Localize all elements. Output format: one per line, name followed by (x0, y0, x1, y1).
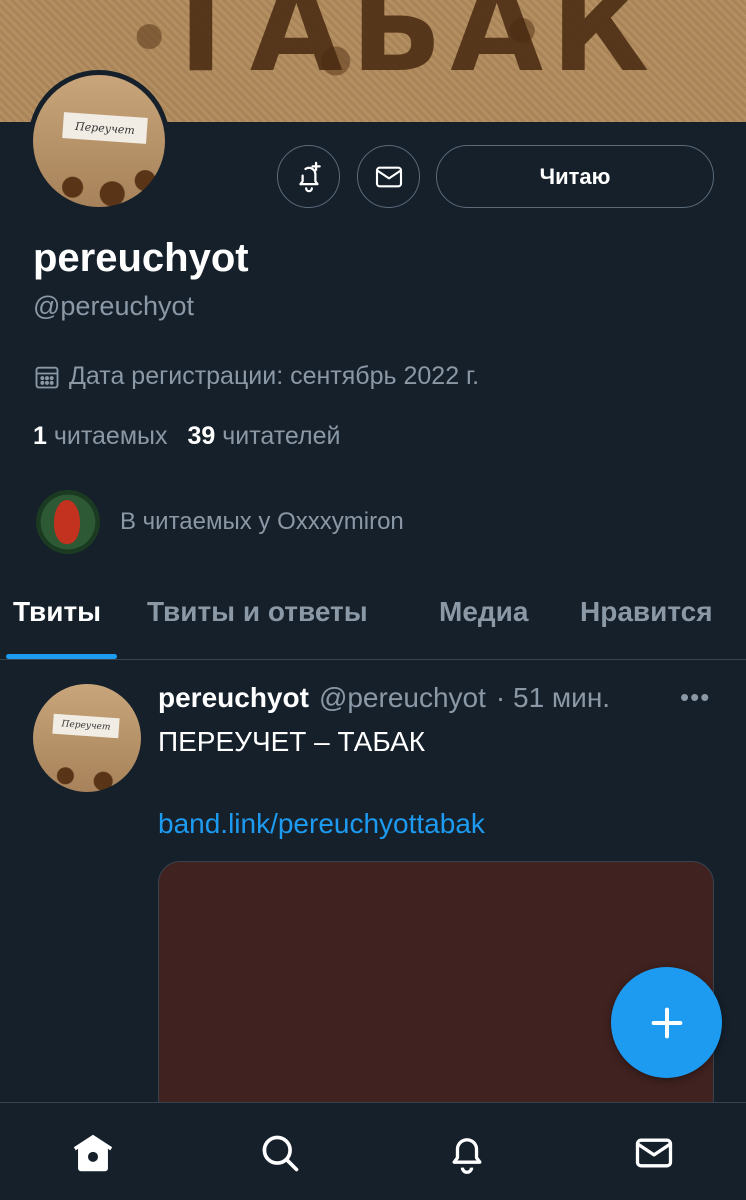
followed-by[interactable]: В читаемых у Oxxxymiron (36, 490, 404, 554)
tweet-avatar-label: Переучет (52, 713, 120, 739)
nav-search[interactable] (256, 1129, 304, 1177)
tweet-time: · 51 мин. (495, 682, 611, 713)
tweet-link[interactable]: band.link/pereuchyottabak (158, 808, 485, 840)
join-date-text: Дата регистрации: сентябрь 2022 г. (69, 362, 480, 390)
more-options-icon[interactable]: ••• (680, 682, 710, 713)
following-label: читаемых (53, 422, 168, 450)
notify-button[interactable] (277, 145, 340, 208)
followers-label: читателей (222, 422, 341, 450)
tweet-author-handle[interactable]: @pereuchyot (319, 682, 486, 714)
nav-home[interactable] (69, 1129, 117, 1177)
message-button[interactable] (357, 145, 420, 208)
tab-tweets-replies[interactable]: Твиты и ответы (147, 596, 368, 628)
profile-tabs: Твиты Твиты и ответы Медиа Нравится (0, 570, 746, 660)
messages-icon (635, 1138, 673, 1168)
following-stat[interactable]: 1 читаемых (33, 422, 167, 451)
following-count: 1 (33, 422, 47, 450)
follower-avatar (36, 490, 100, 554)
followers-stat[interactable]: 39 читателей (187, 422, 340, 451)
notifications-icon (452, 1138, 482, 1174)
join-date: Дата регистрации: сентябрь 2022 г. (33, 362, 479, 391)
followers-count: 39 (187, 422, 216, 450)
search-icon (262, 1135, 299, 1172)
compose-tweet-button[interactable] (611, 967, 722, 1078)
profile-name: pereuchyot (33, 236, 249, 280)
banner-text: ТАБАК (160, 0, 658, 99)
bottom-navigation (0, 1102, 746, 1200)
nav-notifications[interactable] (443, 1129, 491, 1177)
tweet-header: pereuchyot @pereuchyot · 51 мин. (158, 682, 610, 714)
home-icon (73, 1134, 113, 1172)
tab-media[interactable]: Медиа (439, 596, 528, 628)
tweet-author-name[interactable]: pereuchyot (158, 682, 309, 714)
profile-handle: @pereuchyot (33, 291, 194, 321)
tweet-avatar[interactable]: Переучет (33, 684, 141, 792)
avatar-label: Переучет (62, 112, 148, 144)
tab-tweets[interactable]: Твиты (13, 596, 101, 628)
nav-messages[interactable] (630, 1129, 678, 1177)
profile-avatar[interactable]: Переучет (28, 70, 170, 212)
bell-plus-icon (298, 161, 321, 192)
following-button[interactable]: Читаю (436, 145, 714, 208)
tab-likes[interactable]: Нравится (580, 596, 713, 628)
mail-icon (375, 166, 402, 187)
tweet-text: ПЕРЕУЧЕТ – ТАБАК (158, 726, 426, 757)
active-tab-indicator (6, 654, 117, 659)
follow-stats: 1 читаемых 39 читателей (33, 422, 340, 451)
plus-icon (651, 1007, 682, 1038)
followed-by-text: В читаемых у Oxxxymiron (120, 508, 404, 535)
calendar-icon (35, 366, 59, 388)
